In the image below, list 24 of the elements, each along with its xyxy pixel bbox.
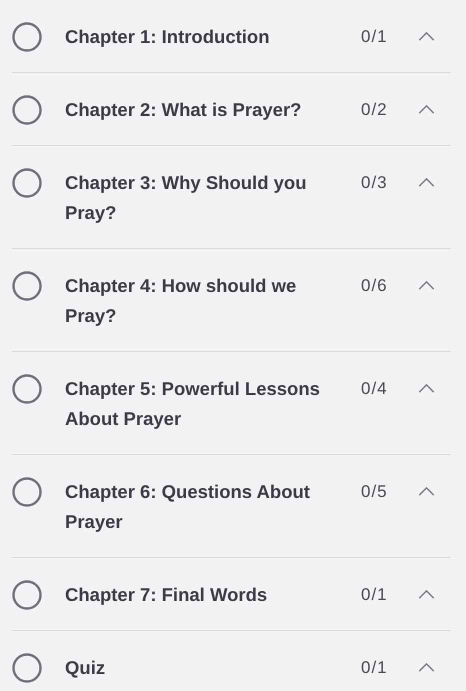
chevron-up-icon[interactable]: [418, 105, 435, 114]
chapter-title[interactable]: Chapter 3: Why Should you Pray?: [65, 168, 351, 228]
lesson-count: 0/5: [361, 481, 389, 503]
lesson-count: 0/2: [361, 99, 389, 121]
chapter-title[interactable]: Chapter 4: How should we Pray?: [65, 271, 351, 331]
lesson-count: 0/6: [361, 275, 389, 297]
chapter-title[interactable]: Chapter 5: Powerful Lessons About Prayer: [65, 374, 351, 434]
chevron-up-icon[interactable]: [418, 281, 435, 290]
lesson-count: 0/1: [361, 584, 389, 606]
chevron-up-icon[interactable]: [418, 32, 435, 41]
chevron-up-icon[interactable]: [418, 487, 435, 496]
lesson-count: 0/4: [361, 378, 389, 400]
chevron-up-icon[interactable]: [418, 590, 435, 599]
chevron-up-icon[interactable]: [418, 384, 435, 393]
lesson-count: 0/3: [361, 172, 389, 194]
chapter-title[interactable]: Quiz: [65, 653, 351, 683]
chapter-title[interactable]: Chapter 1: Introduction: [65, 22, 351, 52]
chapter-title[interactable]: Chapter 2: What is Prayer?: [65, 95, 351, 125]
lesson-count: 0/1: [361, 26, 389, 48]
chevron-up-icon[interactable]: [418, 663, 435, 672]
chevron-up-icon[interactable]: [418, 178, 435, 187]
chapter-title[interactable]: Chapter 6: Questions About Prayer: [65, 477, 351, 537]
lesson-count: 0/1: [361, 657, 389, 679]
chapter-title[interactable]: Chapter 7: Final Words: [65, 580, 351, 610]
